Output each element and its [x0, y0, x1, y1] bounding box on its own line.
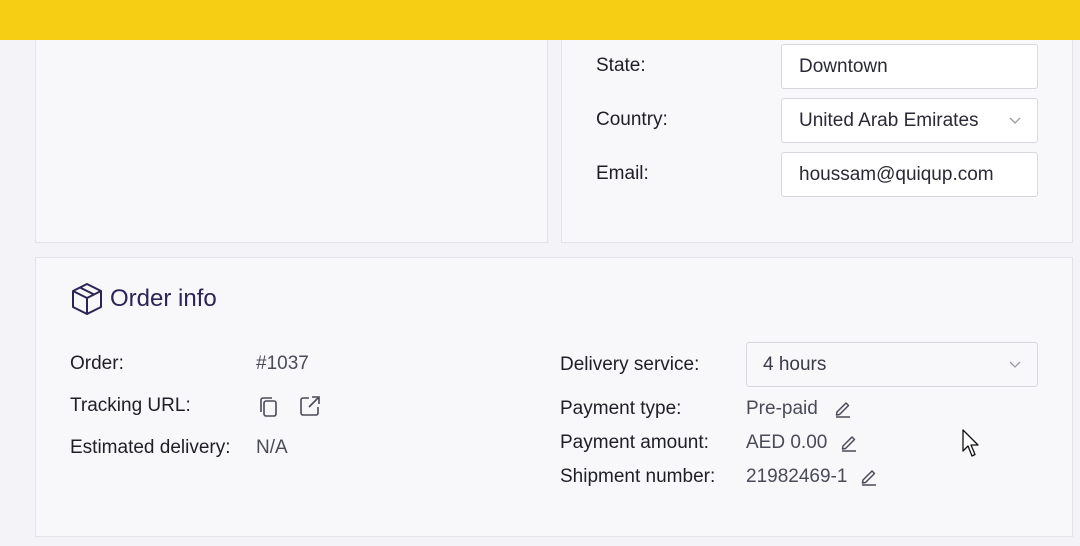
payment-amount-label: Payment amount: — [560, 432, 709, 453]
order-info-title: Order info — [110, 285, 217, 312]
country-value: United Arab Emirates — [799, 110, 979, 131]
country-select[interactable]: United Arab Emirates — [781, 98, 1038, 143]
pencil-icon[interactable] — [839, 432, 859, 452]
delivery-service-label: Delivery service: — [560, 354, 700, 375]
pencil-icon[interactable] — [833, 398, 853, 418]
copy-icon[interactable] — [257, 395, 281, 419]
delivery-service-select[interactable]: 4 hours — [746, 342, 1038, 387]
mouse-cursor-icon — [962, 429, 979, 457]
email-label: Email: — [596, 163, 649, 184]
order-number: #1037 — [256, 353, 309, 374]
tracking-url-label: Tracking URL: — [70, 395, 191, 416]
order-label: Order: — [70, 353, 124, 374]
email-input[interactable]: houssam@quiqup.com — [781, 152, 1038, 197]
chevron-down-icon — [1009, 361, 1021, 368]
external-link-icon[interactable] — [298, 394, 322, 418]
payment-amount-value: AED 0.00 — [746, 432, 828, 453]
country-label: Country: — [596, 109, 668, 130]
payment-type-label: Payment type: — [560, 398, 682, 419]
payment-type-value: Pre-paid — [746, 398, 818, 419]
customer-card-left — [35, 40, 548, 243]
state-label: State: — [596, 55, 646, 76]
email-value: houssam@quiqup.com — [799, 164, 994, 185]
state-value: Downtown — [799, 56, 888, 77]
chevron-down-icon — [1009, 117, 1021, 124]
delivery-service-value: 4 hours — [763, 354, 827, 375]
estimated-delivery-value: N/A — [256, 437, 288, 458]
package-icon — [72, 283, 102, 315]
shipment-number-label: Shipment number: — [560, 466, 716, 487]
pencil-icon[interactable] — [859, 466, 879, 486]
estimated-delivery-label: Estimated delivery: — [70, 437, 231, 458]
top-banner — [0, 0, 1080, 40]
shipment-number-value: 21982469-1 — [746, 466, 848, 487]
state-input[interactable]: Downtown — [781, 44, 1038, 89]
